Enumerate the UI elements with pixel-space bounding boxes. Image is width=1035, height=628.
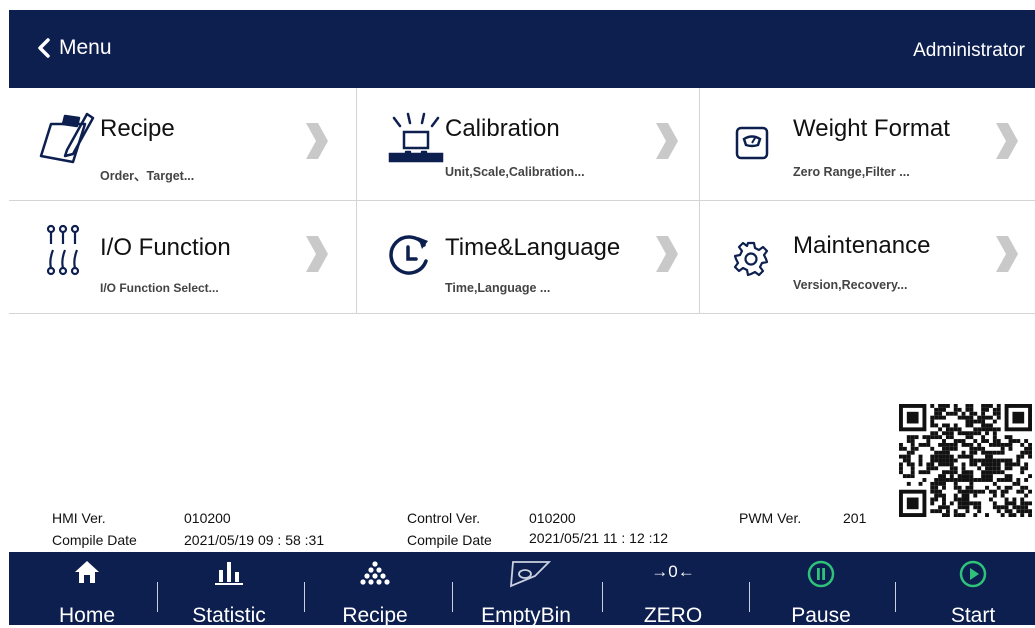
control-ver-value: 010200 bbox=[529, 510, 576, 526]
nav-separator bbox=[157, 582, 158, 612]
nav-label: Recipe bbox=[342, 604, 408, 627]
tile-subtitle: Zero Range,Filter ... bbox=[793, 165, 910, 179]
nav-start-button[interactable]: Start bbox=[921, 552, 1025, 627]
chevron-right-icon bbox=[996, 236, 1018, 272]
chevron-right-icon bbox=[656, 123, 678, 159]
home-icon bbox=[75, 561, 99, 583]
tile-subtitle: Unit,Scale,Calibration... bbox=[445, 165, 585, 179]
chevron-right-icon bbox=[306, 123, 328, 159]
bar-chart-icon bbox=[215, 562, 243, 585]
tile-io-function[interactable]: I/O Function I/O Function Select... bbox=[9, 201, 356, 313]
gear-icon bbox=[733, 241, 769, 277]
tile-title: Recipe bbox=[100, 115, 175, 142]
nav-recipe-button[interactable]: Recipe bbox=[323, 552, 427, 627]
tile-time-language[interactable]: Time&Language Time,Language ... bbox=[356, 201, 699, 313]
nav-label: Start bbox=[950, 604, 996, 627]
io-function-icon bbox=[46, 224, 80, 276]
menu-back-button[interactable]: Menu bbox=[37, 36, 112, 60]
pwm-ver-label: PWM Ver. bbox=[739, 510, 802, 526]
tile-title: Time&Language bbox=[445, 234, 621, 261]
chevron-left-icon bbox=[38, 38, 50, 58]
tile-title: I/O Function bbox=[100, 234, 231, 261]
scale-calibration-icon bbox=[388, 112, 444, 163]
control-compile-value: 2021/05/21 11 : 12 :12 bbox=[529, 530, 669, 546]
tile-title: Maintenance bbox=[793, 232, 931, 259]
top-bar: Menu Administrator bbox=[9, 10, 1035, 88]
zero-icon: →0← bbox=[651, 562, 695, 581]
clipboard-icon bbox=[39, 112, 95, 164]
qr-code bbox=[899, 404, 1032, 517]
nav-pause-button[interactable]: Pause bbox=[769, 552, 873, 627]
hmi-compile-value: 2021/05/19 09 : 58 :31 bbox=[184, 532, 325, 548]
dots-pyramid-icon bbox=[360, 561, 390, 585]
tile-subtitle: Time,Language ... bbox=[445, 281, 551, 295]
nav-separator bbox=[895, 582, 896, 612]
tile-recipe[interactable]: Recipe Order、Target... bbox=[9, 88, 356, 200]
empty-bin-icon bbox=[509, 561, 551, 588]
hmi-ver-label: HMI Ver. bbox=[52, 510, 106, 526]
nav-home-button[interactable]: Home bbox=[35, 552, 139, 627]
control-ver-label: Control Ver. bbox=[407, 510, 481, 526]
nav-label: ZERO bbox=[643, 604, 703, 627]
tile-title: Calibration bbox=[445, 115, 560, 142]
user-role-label: Administrator bbox=[913, 40, 1025, 61]
nav-emptybin-button[interactable]: EmptyBin bbox=[467, 552, 585, 627]
pwm-ver-value: 201 bbox=[843, 510, 867, 526]
nav-label: Home bbox=[58, 604, 116, 627]
nav-separator bbox=[749, 582, 750, 612]
nav-separator bbox=[304, 582, 305, 612]
start-icon bbox=[959, 560, 987, 588]
hmi-compile-label: Compile Date bbox=[52, 532, 137, 548]
tile-maintenance[interactable]: Maintenance Version,Recovery... bbox=[699, 201, 1035, 313]
nav-label: Statistic bbox=[192, 604, 266, 627]
tile-title: Weight Format bbox=[793, 115, 950, 142]
nav-separator bbox=[602, 582, 603, 612]
weight-scale-icon bbox=[735, 126, 769, 160]
tile-subtitle: Version,Recovery... bbox=[793, 278, 908, 292]
chevron-right-icon bbox=[306, 236, 328, 272]
chevron-right-icon bbox=[656, 236, 678, 272]
nav-label: EmptyBin bbox=[481, 604, 571, 627]
tile-weight-format[interactable]: Weight Format Zero Range,Filter ... bbox=[699, 88, 1035, 200]
chevron-right-icon bbox=[996, 123, 1018, 159]
hmi-ver-value: 010200 bbox=[184, 510, 231, 526]
nav-statistic-button[interactable]: Statistic bbox=[177, 552, 281, 627]
tile-subtitle: Order、Target... bbox=[100, 169, 195, 183]
nav-zero-button[interactable]: →0← ZERO bbox=[621, 552, 725, 627]
pause-icon bbox=[807, 560, 835, 588]
control-compile-label: Compile Date bbox=[407, 532, 492, 548]
grid-divider bbox=[9, 313, 1035, 314]
nav-label: Pause bbox=[791, 604, 851, 627]
tile-subtitle: I/O Function Select... bbox=[100, 281, 219, 295]
menu-label: Menu bbox=[59, 36, 112, 59]
tile-calibration[interactable]: Calibration Unit,Scale,Calibration... bbox=[356, 88, 699, 200]
bottom-nav: Home Statistic Recipe EmptyBin →0← ZERO … bbox=[9, 552, 1035, 627]
nav-separator bbox=[452, 582, 453, 612]
clock-icon bbox=[389, 235, 428, 275]
menu-grid: Recipe Order、Target... Calibration Unit,… bbox=[9, 88, 1035, 314]
